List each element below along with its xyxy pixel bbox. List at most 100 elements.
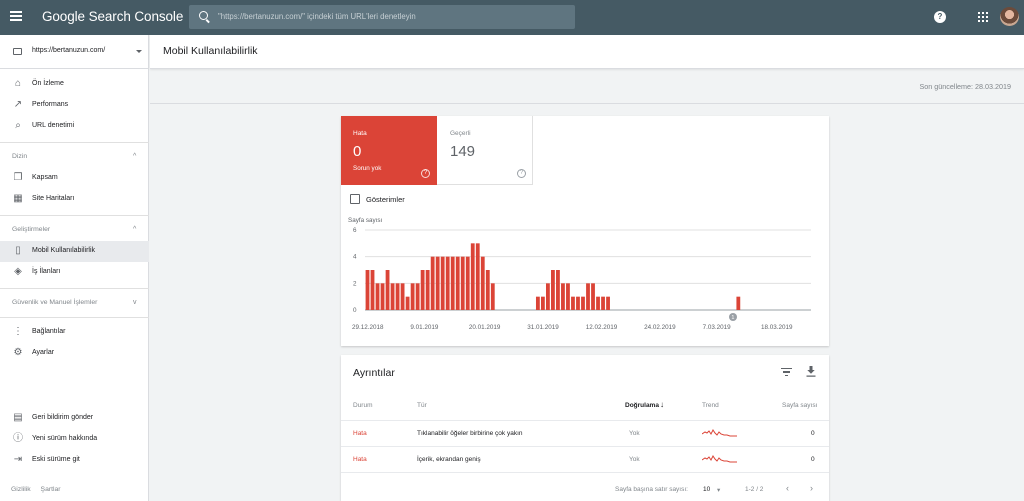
col-type[interactable]: Tür [417,402,427,409]
col-verify[interactable]: Doğrulama [625,402,659,409]
sidebar-item-job-postings[interactable]: ◈ İş İlanları [0,262,149,283]
error-label: Hata [353,130,367,137]
section-enhancements[interactable]: Geliştirmeler ^ [0,220,149,240]
chart-bar [475,243,480,310]
divider [341,472,829,473]
x-tick-label: 29.12.2018 [352,324,384,331]
rows-per-page-select[interactable]: 10 [703,486,710,493]
chart-bar [576,296,580,310]
sidebar-item-old-version[interactable]: ⇥ Eski sürüme git [0,450,149,471]
page-header: Mobil Kullanılabilirlik [150,35,1024,69]
sidebar-item-label: Geri bildirim gönder [32,414,94,421]
apps-grid-icon[interactable] [978,12,988,22]
sidebar-item-label: Bağlantılar [32,328,66,335]
app-brand[interactable]: Google Search Console [42,9,183,24]
y-axis-label: Sayfa sayısı [348,217,383,224]
chart-bar [485,270,490,310]
search-input[interactable]: "https://bertanuzun.com/" içindeki tüm U… [218,12,416,21]
sidebar-item-mobile-usability[interactable]: ▯ Mobil Kullanılabilirlik [0,241,149,262]
top-app-bar: Google Search Console "https://bertanuzu… [0,0,1024,35]
home-icon: ⌂ [14,78,22,89]
table-row[interactable]: Hata Tıklanabilir öğeler birbirine çok y… [341,420,829,446]
error-sub: Sorun yok [353,165,382,172]
property-selector[interactable]: https://bertanuzun.com/ [0,35,149,69]
chart-bar [385,270,390,310]
chart-bar [465,256,470,310]
help-icon[interactable]: ? [421,169,430,178]
details-title: Ayrıntılar [353,367,395,379]
prev-page-icon[interactable]: ‹ [786,483,789,493]
sidebar-item-new-version[interactable]: ⓘ Yeni sürüm hakkında [0,429,149,450]
chart-bar [490,283,495,310]
section-security[interactable]: Güvenlik ve Manuel İşlemler v [0,293,149,313]
chart-bar [736,296,741,310]
chart-bar [405,296,410,310]
valid-tile[interactable]: Geçerli 149 ? [437,116,533,185]
error-tile[interactable]: Hata 0 Sorun yok ? [341,116,437,185]
sidebar-item-settings[interactable]: ⚙ Ayarlar [0,343,149,364]
y-tick-label: 2 [353,280,357,287]
row-pages: 0 [811,430,815,437]
sidebar-item-label: Eski sürüme git [32,456,80,463]
chart-bar [425,270,430,310]
sidebar-item-feedback[interactable]: ▤ Geri bildirim gönder [0,408,149,429]
row-trend-sparkline [702,429,737,437]
table-row[interactable]: Hata İçerik, ekrandan geniş Yok 0 [341,446,829,472]
chart-bar [571,296,575,310]
section-dizin[interactable]: Dizin ^ [0,147,149,167]
help-icon[interactable]: ? [934,11,946,23]
sidebar-item-sitemaps[interactable]: ▦ Site Haritaları [0,189,149,210]
valid-count: 149 [450,143,476,160]
chevron-down-icon[interactable]: ▾ [717,486,720,494]
sidebar-item-label: Mobil Kullanılabilirlik [32,247,96,254]
sidebar-item-performance[interactable]: ↗ Performans [0,95,149,116]
exit-icon: ⇥ [13,454,23,465]
sidebar-item-label: URL denetimi [32,122,75,129]
chart-bar [535,296,540,310]
section-label: Güvenlik ve Manuel İşlemler [12,299,98,306]
footer-links: Gizlilik Şartlar [11,486,69,493]
row-status: Hata [353,456,367,463]
chart-bar [581,296,585,310]
page-title: Mobil Kullanılabilirlik [163,45,258,57]
url-inspection-search[interactable]: "https://bertanuzun.com/" içindeki tüm U… [189,5,575,29]
sort-arrow-down-icon[interactable]: ↓ [660,400,664,409]
col-trend[interactable]: Trend [702,402,719,409]
privacy-link[interactable]: Gizlilik [11,486,31,493]
sidebar-item-links[interactable]: ⋮ Bağlantılar [0,322,149,343]
chart-bar [470,243,475,310]
chart-bar [591,283,595,310]
chart-bar [410,283,415,310]
caret-down-icon [136,50,142,53]
x-tick-label: 31.01.2019 [527,324,559,331]
filter-icon[interactable] [781,368,792,377]
impressions-checkbox[interactable] [350,194,360,204]
divider [0,215,149,216]
sidebar-item-overview[interactable]: ⌂ Ön İzleme [0,74,149,95]
divider [0,288,149,289]
help-icon[interactable]: ? [517,169,526,178]
col-pages[interactable]: Sayfa sayısı [782,402,817,409]
terms-link[interactable]: Şartlar [41,486,61,493]
sidebar-item-url-inspection[interactable]: ⌕ URL denetimi [0,116,149,137]
chart-bar [606,296,610,310]
divider [0,317,149,318]
sidebar-item-coverage[interactable]: ❐ Kapsam [0,168,149,189]
chart-bar [395,283,400,310]
annotation-label: 1 [731,315,734,321]
next-page-icon[interactable]: › [810,483,813,493]
menu-icon[interactable] [10,11,22,23]
feedback-icon: ▤ [13,412,23,423]
trending-up-icon: ↗ [13,99,23,110]
valid-label: Geçerli [450,130,471,137]
sidebar-item-label: Site Haritaları [32,195,75,202]
rows-per-page-label: Sayfa başına satır sayısı: [615,486,688,493]
chart-bar [480,256,485,310]
download-icon[interactable] [806,366,816,377]
avatar[interactable] [1000,7,1019,26]
row-type: Tıklanabilir öğeler birbirine çok yakın [417,430,523,437]
chart-bar [430,256,435,310]
search-icon [199,11,208,20]
col-status[interactable]: Durum [353,402,373,409]
summary-chart-card: Hata 0 Sorun yok ? Geçerli 149 ? Gösteri… [341,116,829,346]
